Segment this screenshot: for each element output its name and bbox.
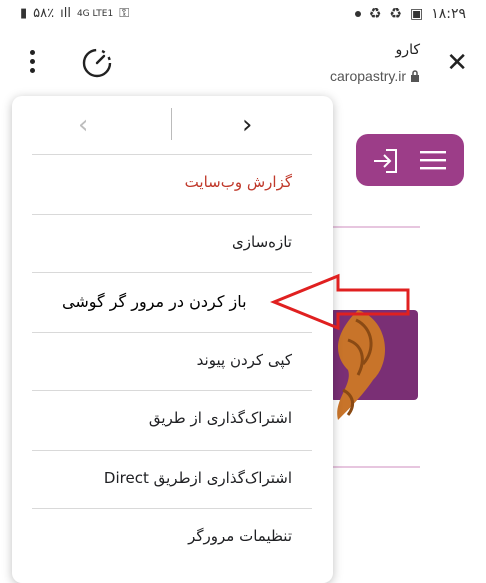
sync-icon-2: ♻ (389, 6, 402, 22)
menu-item-label: اشتراک‌گذاری ازطریق Direct (103, 469, 292, 487)
more-menu-icon[interactable] (24, 50, 40, 78)
menu-item-label: تنظیمات مرورگر (188, 527, 292, 545)
signal-icon: ıll (60, 6, 71, 21)
timer-icon[interactable] (80, 46, 114, 80)
status-right: ♻ ♻ ▣ ۱۸:۲۹ (354, 6, 466, 22)
menu-item-copy-link[interactable]: کپی کردن پیوند (32, 332, 312, 391)
battery-icon: ▮ (20, 6, 28, 21)
lock-icon (411, 70, 419, 82)
battery-level: ۵۸٪ (33, 6, 55, 21)
menu-item-browser-settings[interactable]: تنظیمات مرورگر (32, 508, 312, 567)
nav-separator (171, 108, 172, 140)
network-label: 4G LTE1 (76, 8, 114, 19)
background-divider (330, 226, 420, 228)
chevron-right-icon[interactable]: › (242, 110, 252, 140)
browser-overflow-menu: ‹ › گزارش وب‌سایت تازه‌سازی کپی کردن پیو… (12, 96, 333, 583)
clock-time: ۱۸:۲۹ (431, 6, 466, 22)
site-url-text: caropastry.ir (330, 68, 406, 84)
site-title: کارو (395, 42, 420, 58)
hamburger-icon (420, 151, 446, 170)
background-divider (330, 466, 420, 468)
chevron-left-icon[interactable]: ‹ (78, 110, 88, 140)
menu-item-report-website[interactable]: گزارش وب‌سایت (32, 154, 312, 213)
browser-toolbar: کارو caropastry.ir ✕ (0, 32, 486, 94)
login-menu-button[interactable] (356, 134, 464, 186)
menu-item-label: گزارش وب‌سایت (184, 173, 292, 191)
status-bar: ▮ ۵۸٪ ıll 4G LTE1 ⚿ ♻ ♻ ▣ ۱۸:۲۹ (0, 0, 486, 32)
menu-item-label: تازه‌سازی (232, 233, 292, 251)
menu-item-share-via[interactable]: اشتراک‌گذاری از طریق (32, 390, 312, 449)
site-url: caropastry.ir (330, 68, 420, 84)
key-icon: ⚿ (119, 6, 130, 21)
login-icon (374, 149, 397, 173)
menu-item-label: کپی کردن پیوند (196, 351, 292, 369)
close-icon[interactable]: ✕ (446, 50, 468, 76)
annotation-label: باز کردن در مرور گر گوشی (62, 292, 247, 311)
sync-icon: ♻ (368, 6, 382, 22)
menu-nav-row: ‹ › (12, 96, 333, 154)
image-icon: ▣ (409, 6, 424, 22)
notification-dot-icon (354, 11, 361, 17)
menu-item-refresh[interactable]: تازه‌سازی (32, 214, 312, 273)
red-arrow-icon (270, 273, 410, 331)
status-left: ▮ ۵۸٪ ıll 4G LTE1 ⚿ (20, 6, 129, 21)
menu-item-share-direct[interactable]: اشتراک‌گذاری ازطریق Direct (32, 450, 312, 509)
menu-item-label: اشتراک‌گذاری از طریق (148, 409, 292, 427)
